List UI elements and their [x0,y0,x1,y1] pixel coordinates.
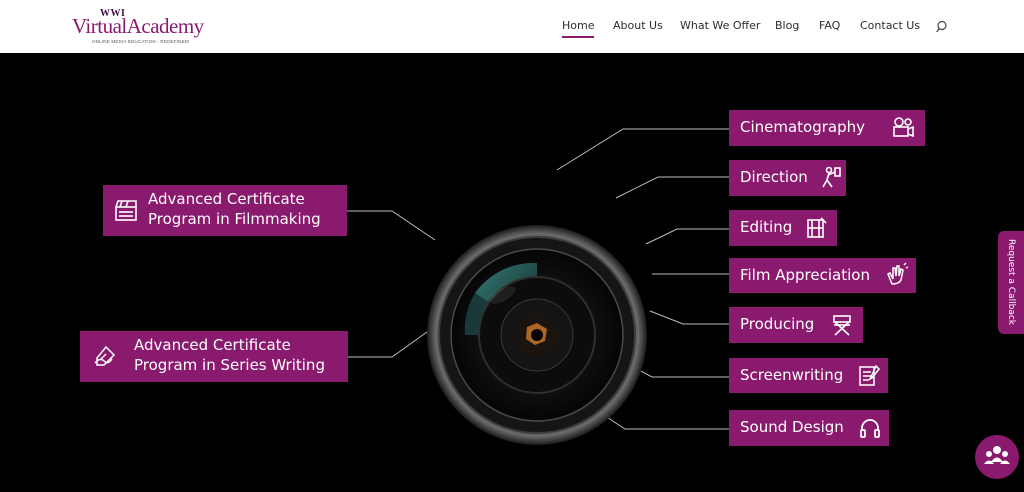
clapperboard-icon [113,197,139,223]
course-screenwriting-tag[interactable]: Screenwriting [729,358,888,393]
chat-people-icon [984,446,1010,464]
program-title-line2: Program in Series Writing [134,356,325,374]
logo-main-text: VirtualAcademy [72,14,204,38]
course-editing-tag[interactable]: Editing [729,210,837,246]
course-sound-design-tag[interactable]: Sound Design [729,410,889,446]
course-label: Editing [740,218,793,236]
writing-hand-icon [92,343,118,369]
course-label: Direction [740,168,808,186]
director-chair-icon [829,312,855,338]
nav-what-we-offer[interactable]: What We Offer [680,19,760,32]
movie-camera-icon [890,115,916,141]
script-icon [856,362,882,388]
course-cinematography-tag[interactable]: Cinematography [729,110,925,146]
director-icon [817,165,843,191]
site-header: WWI VirtualAcademy ONLINE MEDIA EDUCATIO… [0,0,1024,53]
program-title-line1: Advanced Certificate [148,190,305,208]
nav-contact-us[interactable]: Contact Us [860,19,920,32]
program-series-writing-tag[interactable]: Advanced Certificate Program in Series W… [80,331,348,382]
course-label: Screenwriting [740,366,844,384]
course-label: Sound Design [740,418,844,436]
course-label: Film Appreciation [740,266,870,284]
search-icon[interactable] [936,19,950,33]
course-label: Producing [740,315,815,333]
nav-about-us[interactable]: About Us [613,19,663,32]
nav-faq[interactable]: FAQ [819,19,840,32]
logo-tagline: ONLINE MEDIA EDUCATION - REDEFINED! [92,39,190,44]
nav-blog[interactable]: Blog [775,19,799,32]
clapping-hands-icon [884,262,910,288]
camera-lens-image [427,225,647,445]
headphones-icon [857,415,883,441]
request-callback-tab[interactable]: Request a Callback [998,231,1024,334]
hero-section: Advanced Certificate Program in Filmmaki… [0,53,1024,492]
nav-home[interactable]: Home [562,19,595,38]
chat-widget-button[interactable] [975,435,1019,479]
program-title-line1: Advanced Certificate [134,336,291,354]
callback-label: Request a Callback [1006,239,1016,325]
course-label: Cinematography [740,118,866,136]
logo[interactable]: WWI VirtualAcademy ONLINE MEDIA EDUCATIO… [70,8,204,46]
course-film-appreciation-tag[interactable]: Film Appreciation [729,258,916,293]
film-strip-icon [803,215,829,241]
course-producing-tag[interactable]: Producing [729,307,863,343]
course-direction-tag[interactable]: Direction [729,160,846,196]
program-filmmaking-tag[interactable]: Advanced Certificate Program in Filmmaki… [103,185,347,236]
program-title-line2: Program in Filmmaking [148,210,321,228]
